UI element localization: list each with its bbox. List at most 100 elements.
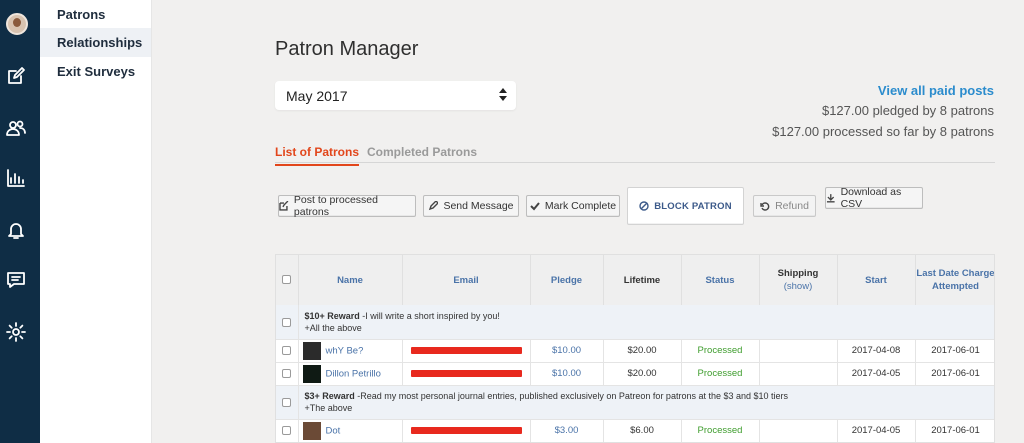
subnav-item-relationships[interactable]: Relationships (40, 28, 151, 57)
header-status[interactable]: Status (681, 255, 760, 305)
download-csv-button[interactable]: Download as CSV (825, 186, 923, 210)
group-select-cell (276, 305, 299, 340)
post-to-processed-label: Post to processed patrons (293, 194, 378, 218)
row-select-cell (276, 419, 299, 442)
table-row[interactable]: Dillon Petrillo $10.00 $20.00 Processed … (276, 362, 994, 386)
bell-icon[interactable] (6, 220, 26, 240)
redacted-email (410, 347, 522, 354)
patron-table: Name Email Pledge Lifetime Status Shippi… (275, 254, 995, 443)
post-to-processed-button[interactable]: Post to processed patrons (278, 194, 416, 218)
group-checkbox[interactable] (282, 398, 292, 408)
view-paid-posts-link[interactable]: View all paid posts (772, 83, 994, 98)
icon-rail (0, 0, 40, 443)
sub-navigation: Patrons Relationships Exit Surveys (40, 0, 152, 443)
chart-icon[interactable] (6, 168, 26, 188)
pledge-cell[interactable]: $10.00 (530, 339, 604, 363)
lifetime-cell: $6.00 (603, 419, 682, 442)
mark-complete-button[interactable]: Mark Complete (526, 195, 620, 217)
edit-icon (279, 201, 289, 211)
table-row[interactable]: whY Be? $10.00 $20.00 Processed 2017-04-… (276, 339, 994, 363)
header-lifetime: Lifetime (603, 255, 682, 305)
header-pledge[interactable]: Pledge (530, 255, 604, 305)
patron-email-cell (402, 419, 531, 442)
reward-title: $3+ Reward (304, 391, 355, 401)
patron-tabs: List of Patrons Completed Patrons (275, 143, 995, 166)
last-date-cell: 2017-06-01 (915, 339, 994, 363)
processed-summary: $127.00 processed so far by 8 patrons (772, 124, 994, 139)
reward-group-cell: $3+ Reward -Read my most personal journa… (298, 385, 994, 420)
reward-description: -Read my most personal journal entries, … (354, 391, 789, 401)
pledge-cell[interactable]: $3.00 (530, 419, 604, 442)
header-select (276, 255, 299, 305)
patron-email-cell (402, 339, 531, 363)
tab-list-of-patrons[interactable]: List of Patrons (275, 145, 360, 166)
send-message-label: Send Message (443, 200, 514, 212)
start-cell: 2017-04-08 (837, 339, 916, 363)
row-checkbox[interactable] (282, 425, 292, 435)
users-icon[interactable] (6, 118, 26, 138)
refund-button[interactable]: Refund (753, 195, 816, 217)
send-message-button[interactable]: Send Message (423, 195, 519, 217)
shipping-show-link[interactable]: (show) (760, 280, 837, 293)
earnings-summary: View all paid posts $127.00 pledged by 8… (772, 83, 994, 145)
reward-title: $10+ Reward (304, 310, 360, 321)
group-checkbox[interactable] (282, 317, 292, 327)
refund-label: Refund (775, 200, 809, 212)
select-all-checkbox[interactable] (282, 275, 292, 285)
reward-description: -I will write a short inspired by you! (359, 310, 500, 321)
header-shipping: Shipping (show) (759, 255, 838, 305)
patron-avatar (302, 364, 321, 383)
block-patron-button[interactable]: BLOCK PATRON (627, 187, 744, 225)
patron-name-link[interactable]: whY Be? (326, 345, 364, 356)
undo-icon (760, 202, 770, 211)
group-select-cell (276, 385, 299, 420)
download-icon (826, 194, 835, 203)
row-select-cell (276, 362, 299, 386)
reward-extra: +All the above (304, 322, 362, 333)
block-icon (639, 201, 649, 211)
subnav-item-patrons[interactable]: Patrons (40, 0, 151, 28)
tab-completed-patrons[interactable]: Completed Patrons (367, 145, 477, 164)
pledge-cell[interactable]: $10.00 (530, 362, 604, 386)
patron-name-cell: Dot (298, 419, 403, 442)
patron-avatar (302, 341, 321, 360)
reward-group-row: $10+ Reward -I will write a short inspir… (276, 305, 994, 340)
start-cell: 2017-04-05 (837, 419, 916, 442)
status-cell: Processed (681, 362, 760, 386)
pencil-icon (429, 201, 439, 211)
lifetime-cell: $20.00 (603, 362, 682, 386)
last-date-cell: 2017-06-01 (915, 362, 994, 386)
row-select-cell (276, 339, 299, 363)
status-cell: Processed (681, 339, 760, 363)
main-content: Patron Manager May 2017 View all paid po… (152, 0, 1024, 443)
patron-avatar (302, 421, 321, 440)
mark-complete-label: Mark Complete (544, 200, 617, 212)
subnav-item-exit-surveys[interactable]: Exit Surveys (40, 57, 151, 86)
block-patron-label: BLOCK PATRON (654, 200, 732, 212)
patron-name-link[interactable]: Dillon Petrillo (326, 368, 381, 379)
reward-group-row: $3+ Reward -Read my most personal journa… (276, 385, 994, 420)
redacted-email (410, 370, 522, 377)
download-csv-label: Download as CSV (840, 186, 902, 210)
message-icon[interactable] (6, 270, 26, 290)
row-checkbox[interactable] (282, 368, 292, 378)
header-start[interactable]: Start (837, 255, 916, 305)
pledged-summary: $127.00 pledged by 8 patrons (821, 103, 994, 118)
check-icon (530, 202, 540, 211)
table-row[interactable]: Dot $3.00 $6.00 Processed 2017-04-05 201… (276, 419, 994, 442)
shipping-cell (759, 419, 838, 442)
header-email[interactable]: Email (402, 255, 531, 305)
month-select[interactable]: May 2017 (275, 81, 516, 110)
reward-group-cell: $10+ Reward -I will write a short inspir… (298, 305, 994, 340)
table-header-row: Name Email Pledge Lifetime Status Shippi… (276, 255, 994, 305)
header-last-date[interactable]: Last Date Charge Attempted (915, 255, 994, 305)
patron-name-link[interactable]: Dot (326, 425, 341, 436)
patron-email-cell (402, 362, 531, 386)
redacted-email (410, 427, 522, 434)
lifetime-cell: $20.00 (603, 339, 682, 363)
header-name[interactable]: Name (298, 255, 403, 305)
gear-icon[interactable] (6, 322, 26, 342)
avatar[interactable] (6, 13, 28, 35)
row-checkbox[interactable] (282, 345, 292, 355)
edit-icon[interactable] (6, 66, 26, 86)
